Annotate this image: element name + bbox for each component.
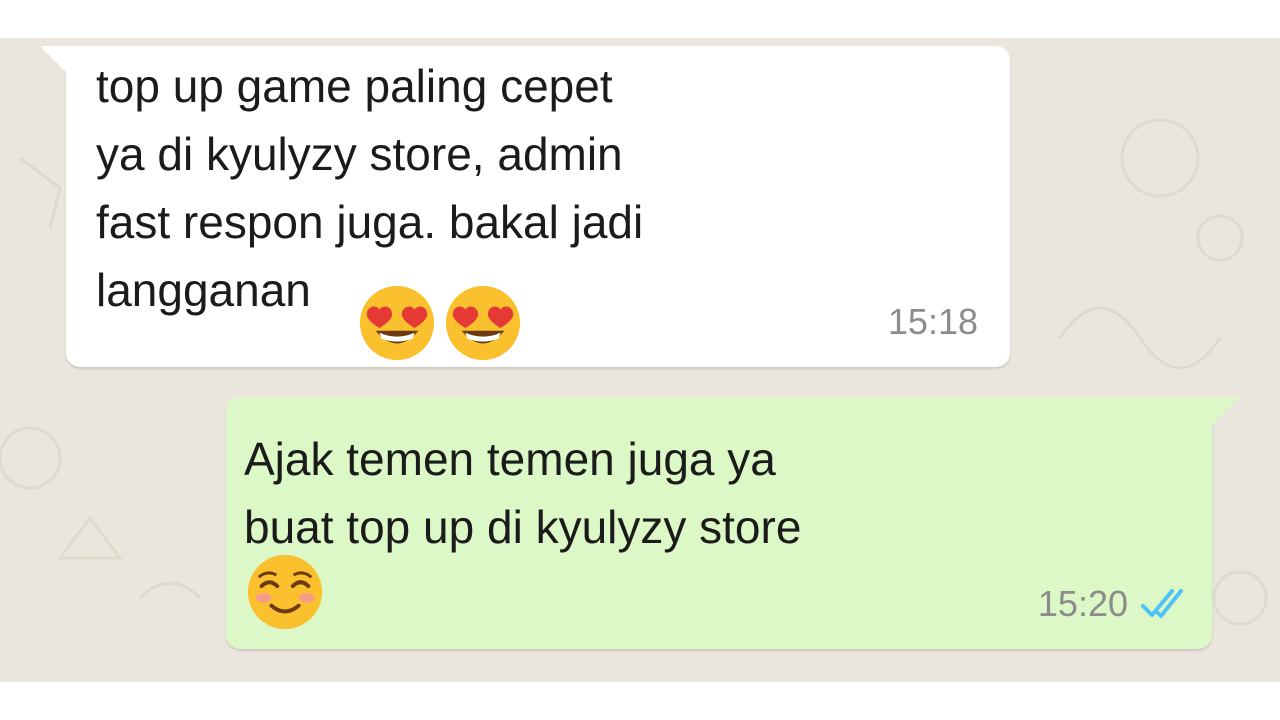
message-text: Ajak temen temen juga ya buat top up di … xyxy=(244,433,802,553)
message-bubble-outgoing[interactable]: Ajak temen temen juga ya buat top up di … xyxy=(226,397,1240,649)
chat-area[interactable]: top up game paling cepet ya di kyulyzy s… xyxy=(0,38,1280,682)
bubble-tail xyxy=(1212,397,1240,425)
message-meta: 15:20 xyxy=(1038,583,1192,625)
message-bubble-incoming[interactable]: top up game paling cepet ya di kyulyzy s… xyxy=(40,46,1010,367)
heart-eyes-emoji-icon xyxy=(445,285,521,361)
message-meta: 15:18 xyxy=(888,301,978,343)
heart-eyes-emoji-icon xyxy=(359,285,435,361)
message-timestamp: 15:20 xyxy=(1037,583,1128,624)
emoji-row xyxy=(246,553,324,631)
message-timestamp: 15:18 xyxy=(887,301,978,342)
emoji-row xyxy=(358,284,522,362)
double-check-read-icon xyxy=(1141,589,1183,618)
bubble-tail xyxy=(40,46,66,72)
smiling-face-emoji-icon xyxy=(247,554,323,630)
